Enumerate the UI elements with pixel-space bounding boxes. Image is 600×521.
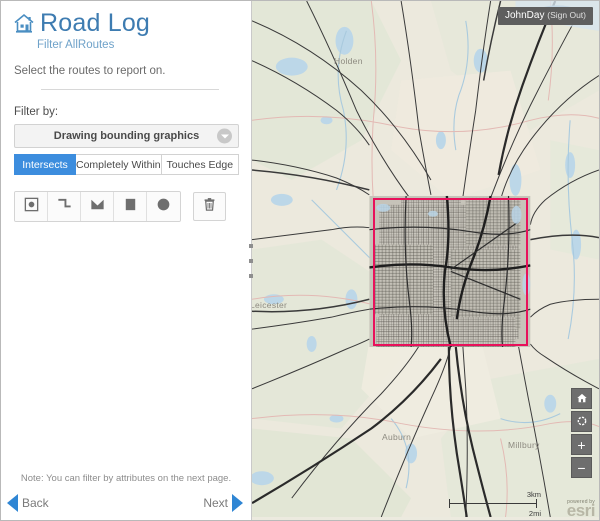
section-divider [41, 89, 219, 90]
home-button[interactable] [571, 388, 592, 409]
panel-header: Road Log [1, 1, 251, 37]
tab-intersects[interactable]: Intersects [14, 154, 76, 175]
rectangle-tool[interactable] [114, 192, 147, 221]
chevron-down-icon [217, 129, 232, 144]
rectangle-icon [122, 196, 139, 218]
clear-graphics-button[interactable] [193, 192, 226, 221]
polyline-tool[interactable] [48, 192, 81, 221]
page-title: Road Log [40, 9, 150, 37]
plus-icon: + [577, 438, 585, 452]
panel-navigation: Back Next [1, 488, 251, 520]
draw-tool-group [14, 191, 181, 222]
minus-icon: − [577, 461, 585, 475]
trash-icon [201, 196, 218, 218]
back-button-label: Back [22, 496, 49, 510]
home-icon [576, 392, 588, 406]
tab-completely-within-label: Completely Within [76, 159, 161, 171]
handle-dot [249, 274, 253, 278]
draw-toolbar [14, 191, 251, 222]
tab-touches-edge[interactable]: Touches Edge [162, 154, 239, 175]
tab-completely-within[interactable]: Completely Within [76, 154, 162, 175]
polygon-tool[interactable] [81, 192, 114, 221]
locate-button[interactable] [571, 411, 592, 432]
back-button[interactable]: Back [7, 494, 49, 512]
next-button[interactable]: Next [203, 494, 243, 512]
user-name: JohnDay [505, 10, 544, 21]
handle-dot [249, 259, 253, 263]
tab-touches-edge-label: Touches Edge [167, 159, 234, 171]
panel-note: Note: You can filter by attributes on th… [1, 473, 251, 484]
point-icon [23, 196, 40, 218]
chevron-right-icon [232, 494, 243, 512]
user-account-button[interactable]: JohnDay (Sign Out) [498, 7, 593, 25]
zoom-in-button[interactable]: + [571, 434, 592, 455]
point-tool[interactable] [15, 192, 48, 221]
filter-type-dropdown[interactable]: Drawing bounding graphics [14, 124, 239, 148]
handle-dot [249, 244, 253, 248]
next-button-label: Next [203, 496, 228, 510]
map-view[interactable]: Holden Leicester Auburn Millbury JohnDay… [251, 1, 599, 520]
chevron-left-icon [7, 494, 18, 512]
map-controls: + − [571, 388, 592, 478]
polygon-icon [89, 196, 106, 218]
panel-subtitle: Filter AllRoutes [37, 39, 251, 51]
filter-panel: Road Log Filter AllRoutes Select the rou… [1, 1, 251, 520]
filter-type-value: Drawing bounding graphics [54, 130, 199, 142]
polyline-icon [56, 196, 73, 218]
bounding-box-graphic[interactable] [373, 198, 528, 346]
zoom-out-button[interactable]: − [571, 457, 592, 478]
spatial-relationship-tabs: Intersects Completely Within Touches Edg… [14, 154, 239, 175]
circle-tool[interactable] [147, 192, 180, 221]
road-log-app: Road Log Filter AllRoutes Select the rou… [0, 0, 600, 521]
panel-instruction: Select the routes to report on. [14, 65, 251, 77]
home-icon [11, 10, 37, 36]
sign-out-link[interactable]: (Sign Out) [547, 10, 586, 20]
filter-by-label: Filter by: [14, 106, 251, 118]
panel-resize-handle[interactable] [246, 244, 256, 278]
locate-icon [576, 415, 588, 429]
circle-icon [155, 196, 172, 218]
tab-intersects-label: Intersects [22, 159, 68, 171]
